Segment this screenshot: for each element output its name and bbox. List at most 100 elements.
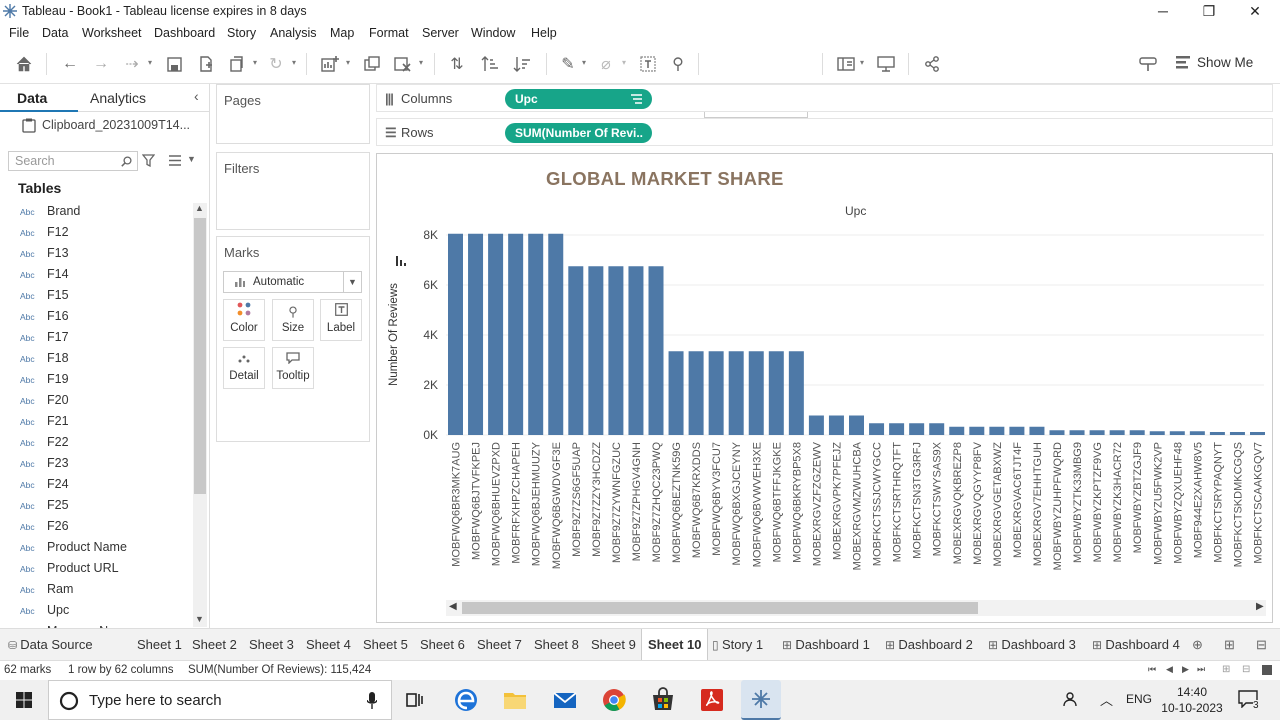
menu-worksheet[interactable]: Worksheet (82, 26, 142, 40)
columns-shelf[interactable]: ||| Columns Upc (376, 84, 1273, 112)
edge-browser-icon[interactable] (452, 686, 480, 714)
task-view-icon[interactable] (402, 686, 428, 714)
tab-data[interactable]: Data (17, 90, 47, 106)
minimize-icon[interactable]: ─ (1140, 0, 1186, 22)
scroll-right-icon[interactable]: ▶ (1256, 601, 1264, 612)
fix-axes-icon[interactable]: ⚲ (666, 52, 690, 76)
field-item[interactable]: Abc Upc (20, 603, 69, 624)
tab-sheet-4[interactable]: Sheet 4 (306, 637, 351, 652)
menu-help[interactable]: Help (531, 26, 557, 40)
home-icon[interactable] (12, 52, 36, 76)
menu-server[interactable]: Server (422, 26, 459, 40)
new-worksheet-tab-icon[interactable]: ⊕ (1192, 637, 1203, 653)
filter-icon[interactable] (142, 154, 155, 167)
tab-view-icon[interactable] (1262, 665, 1272, 675)
search-input[interactable]: Search (8, 151, 138, 171)
duplicate-sheet-icon[interactable] (360, 52, 384, 76)
presenter-icon[interactable] (1136, 52, 1160, 76)
show-mark-labels-icon[interactable] (636, 52, 660, 76)
show-cards-dropdown-icon[interactable]: ▾ (860, 58, 864, 67)
menu-map[interactable]: Map (330, 26, 354, 40)
filters-card[interactable]: Filters (216, 152, 370, 230)
field-item[interactable]: Abc F23 (20, 456, 69, 477)
field-item[interactable]: Abc F14 (20, 267, 69, 288)
last-page-icon[interactable]: ⏭ (1197, 664, 1205, 675)
microphone-icon[interactable] (367, 692, 377, 710)
tab-data-source[interactable]: ⛁ Data Source (8, 637, 93, 652)
restore-icon[interactable]: ❐ (1186, 0, 1232, 22)
field-item[interactable]: Abc F22 (20, 435, 69, 456)
pause-dropdown-icon[interactable]: ▾ (253, 58, 257, 67)
tab-sheet-7[interactable]: Sheet 7 (477, 637, 522, 652)
new-worksheet-icon[interactable] (318, 52, 342, 76)
new-story-tab-icon[interactable]: ⊟ (1256, 637, 1267, 653)
field-item[interactable]: Abc Product Name (20, 540, 127, 561)
scroll-down-icon[interactable]: ▼ (195, 614, 204, 624)
field-item[interactable]: Abc F17 (20, 330, 69, 351)
tab-sheet-1[interactable]: Sheet 1 (137, 637, 182, 652)
people-icon[interactable] (1063, 690, 1081, 708)
filmstrip-view-icon[interactable]: ⊟ (1242, 664, 1250, 675)
tab-dashboard-4[interactable]: ⊞ Dashboard 4 (1092, 637, 1180, 652)
menu-data[interactable]: Data (42, 26, 68, 40)
acrobat-icon[interactable] (698, 686, 726, 714)
windows-start-icon[interactable] (16, 692, 32, 708)
clear-sheet-icon[interactable] (391, 52, 415, 76)
field-item[interactable]: Abc Product URL (20, 561, 119, 582)
field-item[interactable]: Abc F20 (20, 393, 69, 414)
collapse-pane-icon[interactable]: ‹ (194, 88, 199, 104)
tab-story-1[interactable]: ▯ Story 1 (712, 637, 763, 652)
undo-icon[interactable]: ← (58, 52, 82, 76)
mark-type-select[interactable]: Automatic ▼ (223, 271, 362, 293)
rows-pill-sum-reviews[interactable]: SUM(Number Of Revi.. (505, 123, 652, 143)
language-indicator[interactable]: ENG (1126, 692, 1152, 706)
mail-icon[interactable] (551, 686, 579, 714)
field-item[interactable]: Abc F16 (20, 309, 69, 330)
replay-dropdown-icon[interactable]: ▾ (148, 58, 152, 67)
replay-icon[interactable]: ⇢ (120, 52, 144, 76)
highlight-dropdown-icon[interactable]: ▾ (582, 58, 586, 67)
field-item[interactable]: Abc Ram (20, 582, 73, 603)
tab-sheet-9[interactable]: Sheet 9 (591, 637, 636, 652)
new-dashboard-tab-icon[interactable]: ⊞ (1224, 637, 1235, 653)
share-icon[interactable] (920, 52, 944, 76)
tray-chevron-up-icon[interactable]: ︿ (1100, 690, 1113, 709)
field-item[interactable]: Abc F24 (20, 477, 69, 498)
size-button[interactable]: ⚲ Size (272, 299, 314, 341)
file-explorer-icon[interactable] (501, 686, 529, 714)
detail-button[interactable]: Detail (223, 347, 265, 389)
tab-sheet-8[interactable]: Sheet 8 (534, 637, 579, 652)
close-icon[interactable]: ✕ (1232, 0, 1278, 22)
taskbar-search[interactable]: Type here to search (48, 680, 392, 720)
group-dropdown-icon[interactable]: ▾ (622, 58, 626, 67)
refresh-icon[interactable]: ↻ (264, 52, 288, 76)
refresh-dropdown-icon[interactable]: ▾ (292, 58, 296, 67)
chart-scroll-thumb[interactable] (462, 602, 978, 614)
field-item[interactable]: Abc F12 (20, 225, 69, 246)
pause-updates-icon[interactable] (225, 52, 249, 76)
clear-dropdown-icon[interactable]: ▾ (419, 58, 423, 67)
tab-sheet-10[interactable]: Sheet 10 (641, 629, 709, 661)
new-datasource-icon[interactable] (194, 52, 218, 76)
field-item[interactable]: Abc F19 (20, 372, 69, 393)
field-item[interactable]: Abc F15 (20, 288, 69, 309)
tab-sheet-3[interactable]: Sheet 3 (249, 637, 294, 652)
redo-icon[interactable]: → (89, 52, 113, 76)
menu-window[interactable]: Window (471, 26, 515, 40)
menu-analysis[interactable]: Analysis (270, 26, 317, 40)
rows-shelf[interactable]: ☰ Rows SUM(Number Of Revi.. (376, 118, 1273, 146)
columns-pill-upc[interactable]: Upc (505, 89, 652, 109)
menu-dashboard[interactable]: Dashboard (154, 26, 215, 40)
tab-sheet-2[interactable]: Sheet 2 (192, 637, 237, 652)
group-members-icon[interactable]: ⌀ (594, 52, 618, 76)
sort-descending-icon[interactable] (510, 52, 534, 76)
grid-view-icon[interactable]: ⊞ (1222, 664, 1230, 675)
menu-file[interactable]: File (9, 26, 29, 40)
tableau-taskbar-icon[interactable] (741, 680, 781, 720)
field-item[interactable]: Abc F25 (20, 498, 69, 519)
view-dropdown-icon[interactable]: ▼ (187, 154, 196, 164)
tab-sheet-6[interactable]: Sheet 6 (420, 637, 465, 652)
sort-ascending-icon[interactable] (478, 52, 502, 76)
tab-dashboard-1[interactable]: ⊞ Dashboard 1 (782, 637, 870, 652)
swap-rows-columns-icon[interactable]: ⇅ (445, 52, 469, 76)
